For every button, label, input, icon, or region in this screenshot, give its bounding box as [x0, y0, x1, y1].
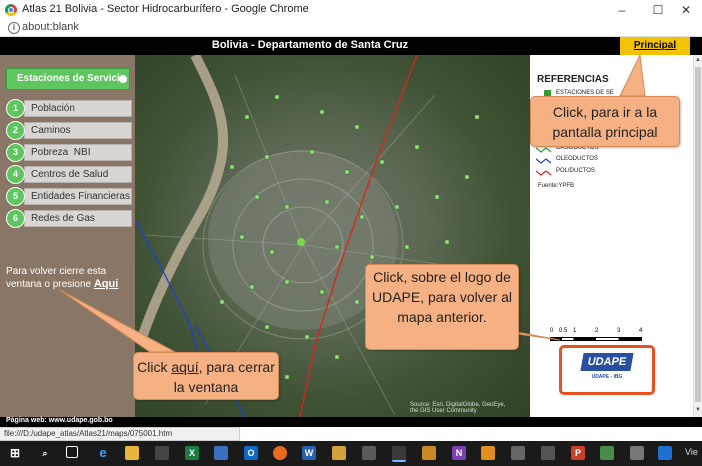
app-icon[interactable] — [332, 446, 346, 460]
powerpoint-icon[interactable]: P — [571, 446, 585, 460]
taskbar-clock[interactable]: Vie — [685, 447, 698, 457]
task-view-icon[interactable] — [66, 446, 78, 458]
store-icon[interactable] — [155, 446, 169, 460]
app-icon[interactable] — [630, 446, 644, 460]
app-icon[interactable] — [600, 446, 614, 460]
callout-principal: Click, para ir a la pantalla principal — [530, 96, 680, 147]
search-icon[interactable]: ⌕ — [38, 446, 52, 460]
principal-pointer — [619, 53, 646, 97]
chrome-taskbar-icon[interactable] — [392, 446, 406, 462]
callout-link-text: aquí — [171, 359, 199, 375]
app-icon[interactable] — [422, 446, 436, 460]
windows-taskbar: ⊞ ⌕ e X O W N P Vie — [0, 441, 702, 466]
app-icon[interactable] — [481, 446, 495, 460]
outlook-icon[interactable]: O — [244, 446, 258, 460]
app-icon[interactable] — [214, 446, 228, 460]
word-icon[interactable]: W — [302, 446, 316, 460]
app-icon[interactable] — [362, 446, 376, 460]
close-pointer — [59, 289, 176, 353]
firefox-icon[interactable] — [273, 446, 287, 460]
edge-icon[interactable]: e — [96, 446, 110, 460]
onenote-icon[interactable]: N — [452, 446, 466, 460]
callout-text: Click — [137, 359, 172, 375]
callout-udape: Click, sobre el logo de UDAPE, para volv… — [365, 264, 519, 350]
app-icon[interactable] — [658, 446, 672, 460]
windows-start-icon[interactable]: ⊞ — [8, 446, 22, 460]
callout-pointers — [59, 53, 646, 353]
app-icon[interactable] — [541, 446, 555, 460]
file-explorer-icon[interactable] — [125, 446, 139, 460]
callout-close: Click aquí, para cerrar la ventana — [133, 352, 279, 400]
photos-icon[interactable] — [511, 446, 525, 460]
excel-icon[interactable]: X — [185, 446, 199, 460]
